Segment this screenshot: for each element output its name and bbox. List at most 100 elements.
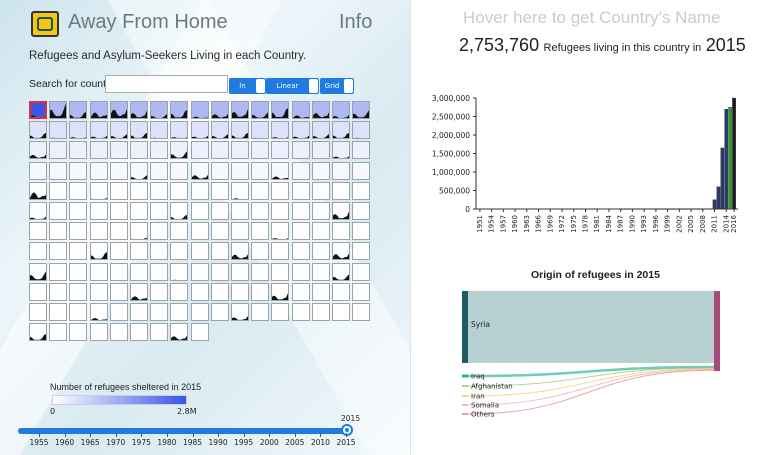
country-cell[interactable] bbox=[190, 202, 209, 220]
country-cell[interactable] bbox=[231, 141, 249, 160]
country-cell[interactable] bbox=[170, 141, 189, 160]
log-scale-toggle[interactable]: ln bbox=[229, 78, 266, 94]
country-cell[interactable] bbox=[49, 181, 68, 200]
country-cell[interactable] bbox=[352, 222, 371, 241]
country-cell[interactable] bbox=[332, 202, 350, 220]
country-cell[interactable] bbox=[69, 303, 88, 321]
country-cell[interactable] bbox=[89, 161, 108, 180]
country-cell[interactable] bbox=[170, 242, 189, 261]
country-cell[interactable] bbox=[311, 282, 330, 301]
country-cell[interactable] bbox=[170, 161, 189, 180]
country-cell[interactable] bbox=[109, 303, 128, 321]
country-cell[interactable] bbox=[332, 141, 350, 160]
country-cell[interactable] bbox=[311, 161, 330, 180]
sankey-target-node[interactable] bbox=[714, 291, 720, 371]
country-cell[interactable] bbox=[29, 141, 47, 160]
sankey-source-node[interactable] bbox=[462, 374, 468, 378]
country-cell[interactable] bbox=[291, 303, 310, 321]
country-cell[interactable] bbox=[291, 141, 310, 160]
country-cell[interactable] bbox=[251, 242, 270, 261]
country-cell[interactable] bbox=[271, 202, 290, 220]
bar-2013[interactable] bbox=[720, 147, 725, 210]
country-cell[interactable] bbox=[49, 101, 68, 119]
country-cell[interactable] bbox=[89, 303, 108, 321]
country-cell[interactable] bbox=[150, 323, 169, 342]
country-cell[interactable] bbox=[271, 181, 290, 200]
country-cell[interactable] bbox=[130, 222, 148, 241]
country-cell[interactable] bbox=[190, 181, 209, 200]
country-cell[interactable] bbox=[130, 242, 148, 261]
country-cell[interactable] bbox=[170, 303, 189, 321]
country-cell[interactable] bbox=[170, 101, 189, 119]
country-cell[interactable] bbox=[251, 141, 270, 160]
bar-1997[interactable] bbox=[657, 208, 662, 210]
bar-2009[interactable] bbox=[704, 208, 709, 210]
country-cell[interactable] bbox=[89, 242, 108, 261]
country-cell[interactable] bbox=[29, 282, 47, 301]
country-cell[interactable] bbox=[311, 202, 330, 220]
country-cell[interactable] bbox=[231, 101, 249, 119]
country-cell[interactable] bbox=[332, 262, 350, 281]
country-cell[interactable] bbox=[89, 202, 108, 220]
country-cell[interactable] bbox=[170, 121, 189, 140]
country-cell[interactable] bbox=[109, 323, 128, 342]
country-cell[interactable] bbox=[251, 262, 270, 281]
country-cell[interactable] bbox=[89, 323, 108, 342]
country-cell[interactable] bbox=[291, 121, 310, 140]
bar-1995[interactable] bbox=[650, 208, 654, 210]
bar-2016[interactable] bbox=[732, 97, 736, 210]
country-cell[interactable] bbox=[231, 181, 249, 200]
country-cell[interactable] bbox=[311, 303, 330, 321]
country-cell[interactable] bbox=[49, 282, 68, 301]
country-cell[interactable] bbox=[311, 222, 330, 241]
country-cell[interactable] bbox=[291, 181, 310, 200]
linear-scale-toggle[interactable]: Linear bbox=[266, 78, 319, 94]
country-cell[interactable] bbox=[89, 222, 108, 241]
country-cell[interactable] bbox=[231, 161, 249, 180]
country-cell[interactable] bbox=[69, 101, 88, 119]
country-cell[interactable] bbox=[150, 242, 169, 261]
country-cell[interactable] bbox=[69, 282, 88, 301]
country-cell[interactable] bbox=[271, 282, 290, 301]
country-cell[interactable] bbox=[210, 161, 229, 180]
country-cell[interactable] bbox=[170, 181, 189, 200]
country-cell[interactable] bbox=[210, 101, 229, 119]
bar-1992[interactable] bbox=[638, 208, 643, 210]
country-cell[interactable] bbox=[210, 141, 229, 160]
grid-view-toggle[interactable]: Grid bbox=[320, 78, 354, 94]
country-cell[interactable] bbox=[150, 121, 169, 140]
country-cell[interactable] bbox=[130, 262, 148, 281]
country-cell[interactable] bbox=[190, 121, 209, 140]
country-hover-prompt[interactable]: Hover here to get Country's Name bbox=[463, 8, 720, 28]
country-cell[interactable] bbox=[49, 242, 68, 261]
country-cell[interactable] bbox=[291, 282, 310, 301]
country-cell[interactable] bbox=[89, 181, 108, 200]
bar-2008[interactable] bbox=[700, 208, 705, 210]
country-cell[interactable] bbox=[291, 161, 310, 180]
country-cell[interactable] bbox=[291, 202, 310, 220]
year-slider-handle[interactable] bbox=[341, 424, 353, 436]
country-cell[interactable] bbox=[231, 282, 249, 301]
country-cell[interactable] bbox=[210, 222, 229, 241]
country-cell[interactable] bbox=[332, 242, 350, 261]
country-cell[interactable] bbox=[49, 141, 68, 160]
country-cell[interactable] bbox=[271, 161, 290, 180]
country-cell[interactable] bbox=[352, 202, 371, 220]
country-cell[interactable] bbox=[332, 181, 350, 200]
country-cell[interactable] bbox=[49, 202, 68, 220]
country-cell[interactable] bbox=[271, 222, 290, 241]
country-cell[interactable] bbox=[109, 121, 128, 140]
bar-1989[interactable] bbox=[626, 208, 631, 210]
country-cell[interactable] bbox=[332, 303, 350, 321]
country-cell[interactable] bbox=[251, 282, 270, 301]
country-cell[interactable] bbox=[29, 101, 47, 119]
country-cell[interactable] bbox=[271, 303, 290, 321]
bar-2006[interactable] bbox=[693, 208, 697, 210]
country-cell[interactable] bbox=[231, 121, 249, 140]
country-cell[interactable] bbox=[150, 161, 169, 180]
country-cell[interactable] bbox=[150, 303, 169, 321]
country-cell[interactable] bbox=[69, 262, 88, 281]
country-cell[interactable] bbox=[291, 262, 310, 281]
bar-2002[interactable] bbox=[677, 208, 682, 210]
sankey-source-node[interactable] bbox=[462, 404, 468, 406]
